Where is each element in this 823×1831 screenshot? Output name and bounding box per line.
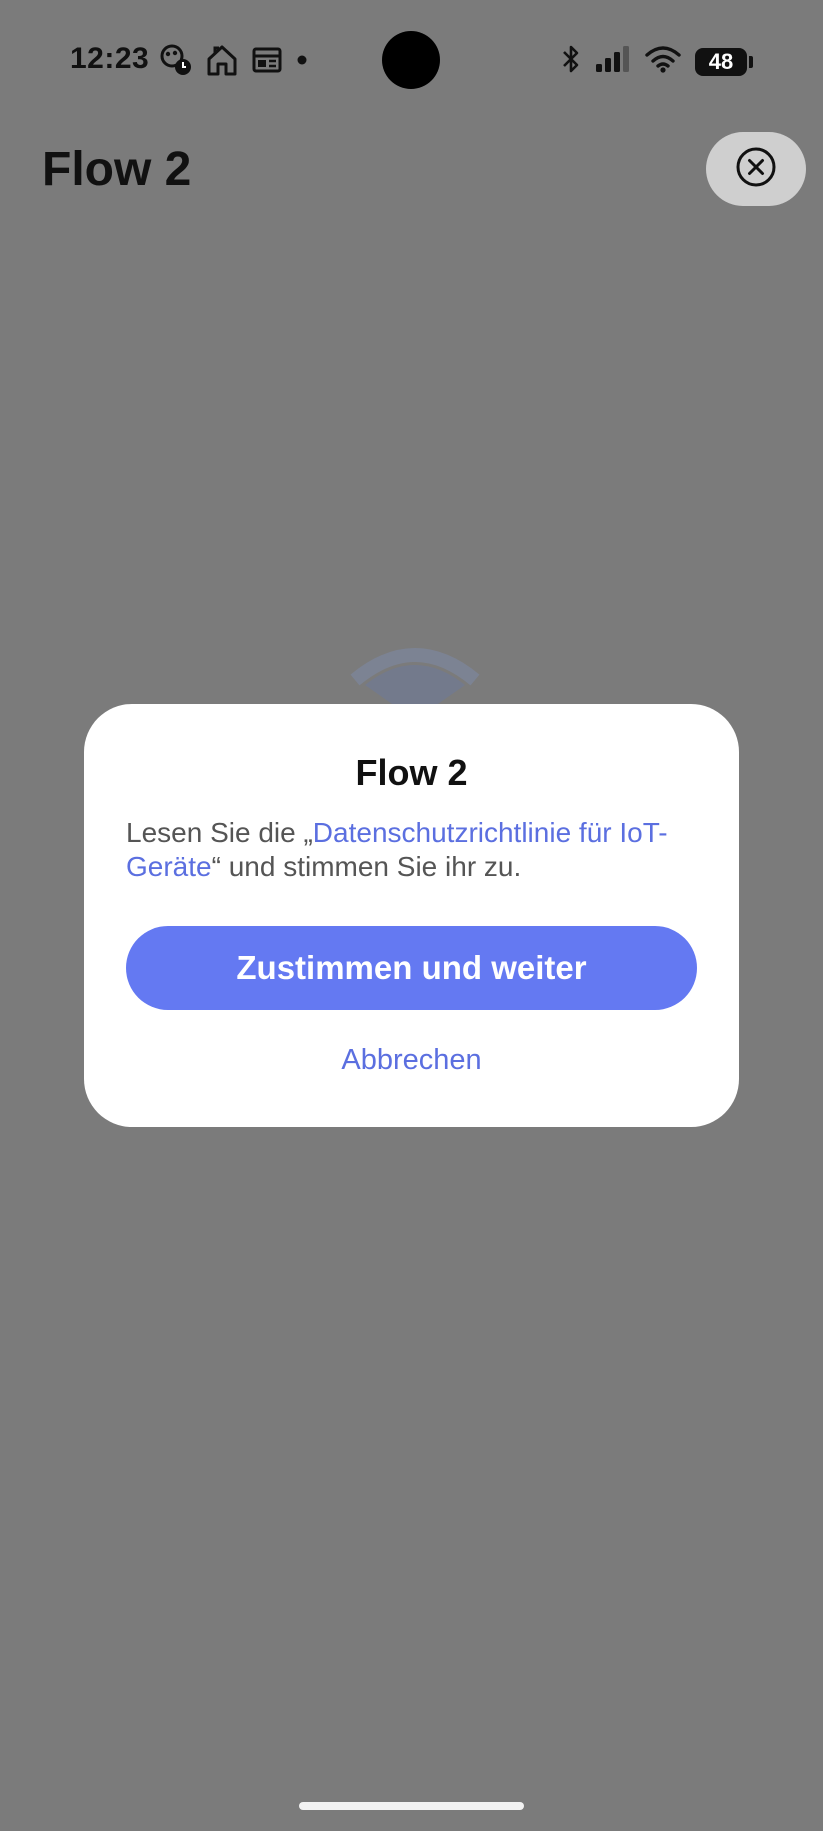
battery-tip bbox=[749, 55, 753, 68]
bluetooth-icon bbox=[561, 44, 581, 79]
home-icon bbox=[206, 44, 238, 76]
wifi-icon bbox=[645, 45, 681, 78]
status-icons-left bbox=[158, 44, 308, 76]
battery-indicator: 48 bbox=[695, 47, 747, 76]
dialog-message: Lesen Sie die „Datenschutzrichtlinie für… bbox=[126, 816, 701, 884]
agree-and-continue-button[interactable]: Zustimmen und weiter bbox=[126, 926, 697, 1010]
camera-cutout bbox=[382, 31, 440, 89]
page-title: Flow 2 bbox=[42, 143, 192, 196]
activity-alarm-icon bbox=[158, 44, 192, 76]
status-icons-right: 48 bbox=[561, 44, 753, 79]
app-header: Flow 2 bbox=[0, 120, 823, 220]
consent-dialog: Flow 2 Lesen Sie die „Datenschutzrichtli… bbox=[84, 704, 739, 1127]
status-bar: 12:23 48 bbox=[0, 0, 823, 120]
battery-level: 48 bbox=[708, 48, 734, 74]
signal-icon bbox=[595, 45, 631, 78]
message-suffix: “ und stimmen Sie ihr zu. bbox=[211, 851, 522, 882]
battery-icon: 48 bbox=[695, 47, 753, 76]
close-circle-icon bbox=[734, 145, 778, 194]
status-time: 12:23 bbox=[70, 42, 150, 75]
news-icon bbox=[252, 46, 282, 74]
close-button[interactable] bbox=[706, 132, 806, 206]
dot-icon bbox=[296, 54, 308, 66]
home-indicator[interactable] bbox=[299, 1802, 524, 1810]
message-prefix: Lesen Sie die „ bbox=[126, 817, 313, 848]
cancel-button[interactable]: Abbrechen bbox=[84, 1044, 739, 1077]
dialog-title: Flow 2 bbox=[355, 752, 468, 793]
